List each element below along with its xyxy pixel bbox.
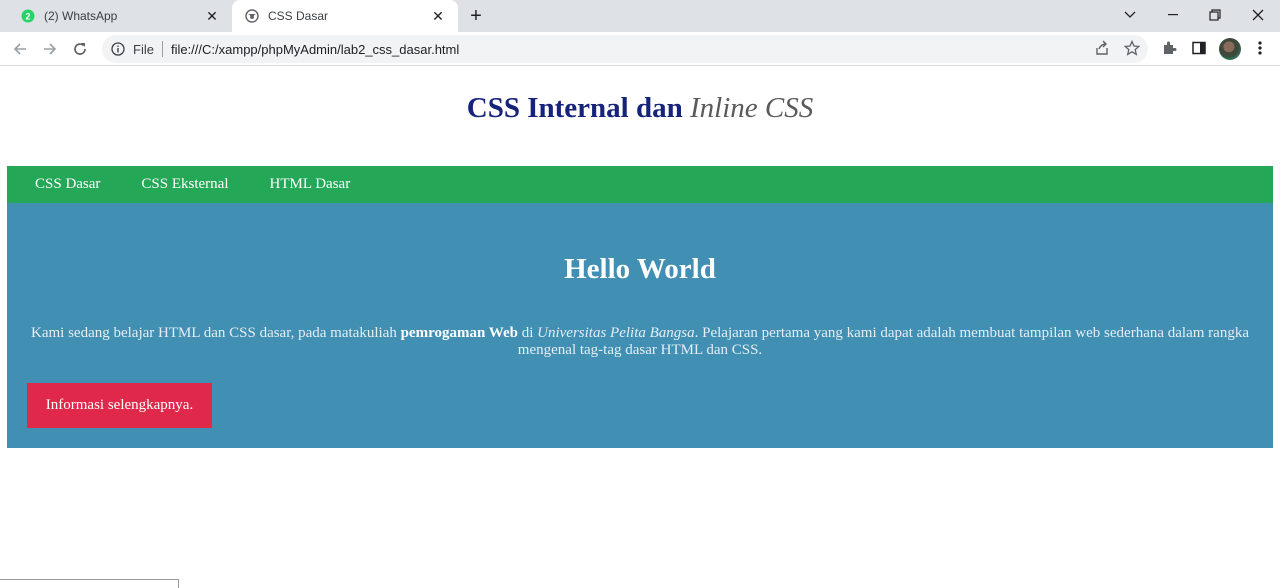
chevron-down-icon[interactable]: [1118, 4, 1142, 26]
hero-text-bold: pemrogaman Web: [400, 325, 518, 341]
hero-paragraph: Kami sedang belajar HTML dan CSS dasar, …: [27, 325, 1253, 359]
tab-css-dasar[interactable]: CSS Dasar ✕: [232, 0, 458, 32]
toolbar: File file:///C:/xampp/phpMyAdmin/lab2_cs…: [0, 32, 1280, 66]
hero-text-before: Kami sedang belajar HTML dan CSS dasar, …: [31, 325, 401, 341]
close-icon[interactable]: ✕: [430, 8, 446, 24]
page-title-italic: Inline CSS: [689, 92, 814, 124]
back-arrow-icon[interactable]: [10, 39, 30, 59]
hero-heading: Hello World: [564, 253, 716, 285]
whatsapp-badge-count: 2: [25, 12, 30, 22]
page-title-bold: CSS Internal dan: [466, 92, 690, 124]
extensions-icon[interactable]: [1160, 39, 1178, 57]
tab-label: CSS Dasar: [268, 9, 329, 23]
menu-kebab-icon[interactable]: [1251, 39, 1269, 57]
page-title: CSS Internal dan Inline CSS: [0, 92, 1280, 125]
star-icon[interactable]: [1123, 39, 1141, 57]
side-panel-icon[interactable]: [1190, 39, 1208, 57]
globe-icon: [244, 8, 260, 24]
scheme-label: File: [133, 41, 154, 57]
close-icon[interactable]: ✕: [204, 8, 220, 24]
nav-link-html-dasar[interactable]: HTML Dasar: [270, 176, 351, 193]
forward-arrow-icon[interactable]: [40, 39, 60, 59]
window-close-icon[interactable]: [1246, 4, 1270, 26]
more-info-button[interactable]: Informasi selengkapnya.: [27, 383, 212, 428]
reload-icon[interactable]: [70, 39, 90, 59]
divider: [161, 41, 163, 57]
tab-strip: 2 (2) WhatsApp ✕ CSS Dasar ✕ +: [0, 0, 1280, 32]
url-text[interactable]: file:///C:/xampp/phpMyAdmin/lab2_css_das…: [171, 42, 459, 57]
hero-section: Hello World Kami sedang belajar HTML dan…: [7, 203, 1273, 448]
hero-text-mid: di: [517, 325, 538, 341]
minimize-icon[interactable]: [1161, 4, 1185, 26]
restore-icon[interactable]: [1203, 4, 1227, 26]
avatar[interactable]: [1219, 38, 1241, 60]
tab-label: (2) WhatsApp: [44, 9, 118, 23]
nav-link-css-eksternal[interactable]: CSS Eksternal: [141, 176, 228, 193]
share-icon[interactable]: [1093, 39, 1111, 57]
hero-text-italic: Universitas Pelita Bangsa: [537, 325, 695, 341]
status-bubble: [0, 579, 179, 588]
address-bar[interactable]: File file:///C:/xampp/phpMyAdmin/lab2_cs…: [102, 35, 1148, 63]
info-icon[interactable]: [111, 42, 125, 56]
tab-whatsapp[interactable]: 2 (2) WhatsApp ✕: [8, 0, 232, 32]
new-tab-button[interactable]: +: [466, 6, 486, 26]
site-nav: CSS Dasar CSS Eksternal HTML Dasar: [7, 166, 1273, 203]
nav-link-css-dasar[interactable]: CSS Dasar: [35, 176, 100, 193]
whatsapp-icon: 2: [20, 8, 36, 24]
